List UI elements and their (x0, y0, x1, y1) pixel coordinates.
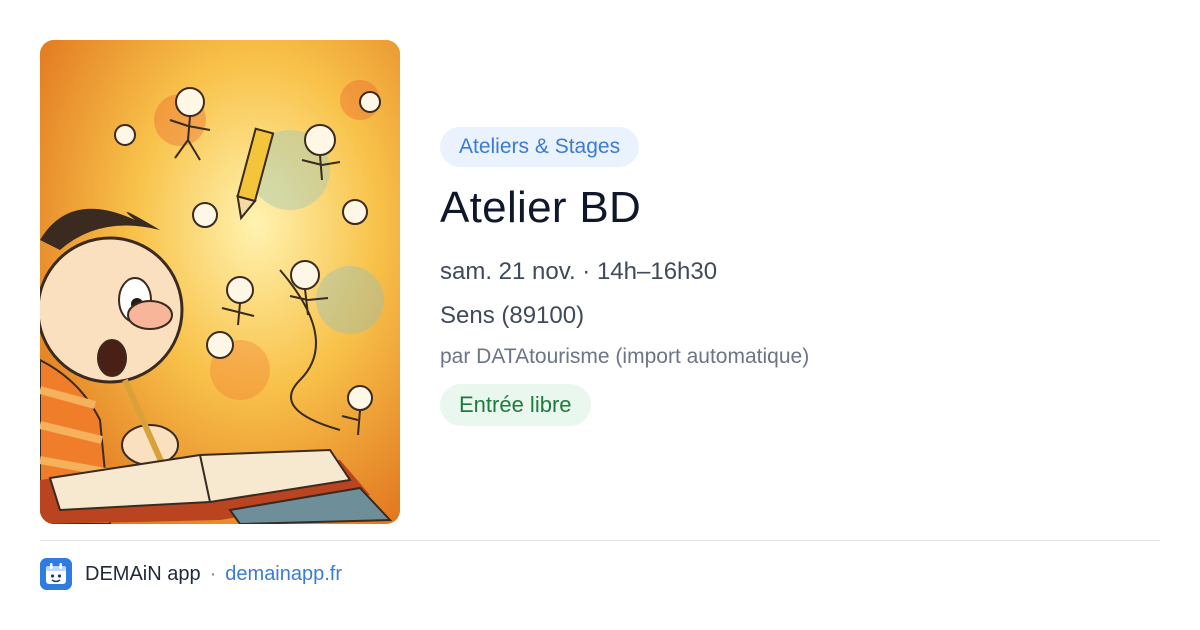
footer: DEMAiN app · demainapp.fr (40, 558, 342, 590)
event-date: sam. 21 nov. · 14h–16h30 (440, 258, 718, 285)
event-title: Atelier BD (440, 183, 642, 232)
price-badge: Entrée libre (440, 384, 591, 426)
footer-separator: · (209, 562, 217, 585)
demain-app-logo-icon (40, 558, 72, 590)
category-badge[interactable]: Ateliers & Stages (440, 127, 640, 167)
app-name: DEMAiN app (85, 562, 201, 585)
event-source: par DATAtourisme (import automatique) (440, 345, 810, 368)
comic-illustration (40, 40, 400, 524)
footer-divider (40, 540, 1160, 541)
event-location: Sens (89100) (440, 302, 585, 329)
event-info: Ateliers & Stages Atelier BD sam. 21 nov… (440, 127, 1160, 426)
event-image (40, 40, 400, 524)
app-url-link[interactable]: demainapp.fr (225, 563, 342, 586)
